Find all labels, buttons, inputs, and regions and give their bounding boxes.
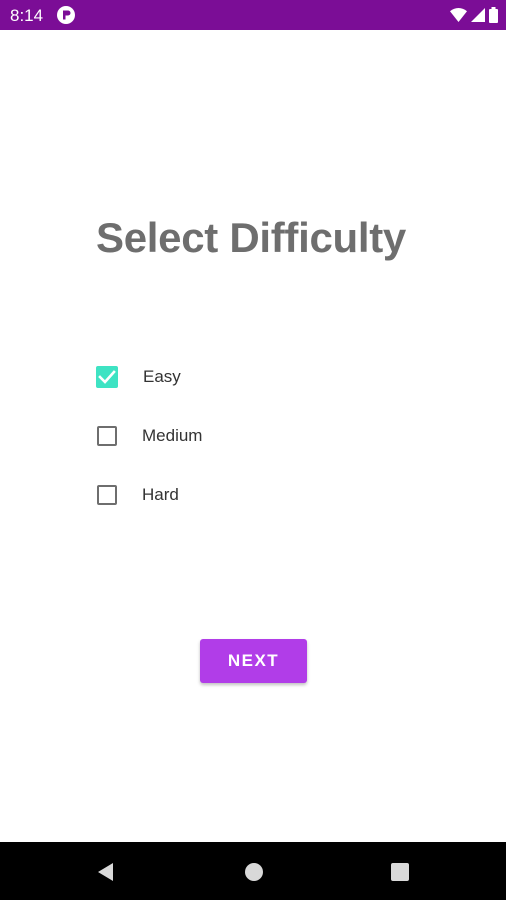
back-icon[interactable] — [95, 861, 117, 883]
checkbox-checked-icon[interactable] — [96, 366, 118, 388]
page-title: Select Difficulty — [96, 214, 406, 261]
status-icons — [450, 6, 498, 24]
checkbox-unchecked-icon[interactable] — [97, 485, 117, 505]
checkbox-unchecked-icon[interactable] — [97, 426, 117, 446]
option-label-easy: Easy — [143, 367, 181, 386]
recents-icon[interactable] — [389, 861, 411, 883]
check-icon — [98, 370, 116, 384]
status-time: 8:14 — [10, 6, 44, 25]
battery-icon — [489, 7, 498, 23]
option-easy[interactable]: Easy — [96, 364, 181, 390]
option-label-hard: Hard — [142, 485, 179, 504]
option-label-medium: Medium — [142, 426, 203, 445]
status-bar: 8:14 — [0, 0, 506, 30]
app-notification-icon — [57, 6, 75, 24]
cellular-signal-icon — [471, 8, 485, 22]
option-hard[interactable]: Hard — [96, 482, 179, 508]
home-icon[interactable] — [243, 861, 265, 883]
navigation-bar — [0, 842, 506, 900]
next-button[interactable]: NEXT — [200, 639, 307, 683]
wifi-icon — [450, 8, 467, 22]
option-medium[interactable]: Medium — [96, 423, 202, 449]
